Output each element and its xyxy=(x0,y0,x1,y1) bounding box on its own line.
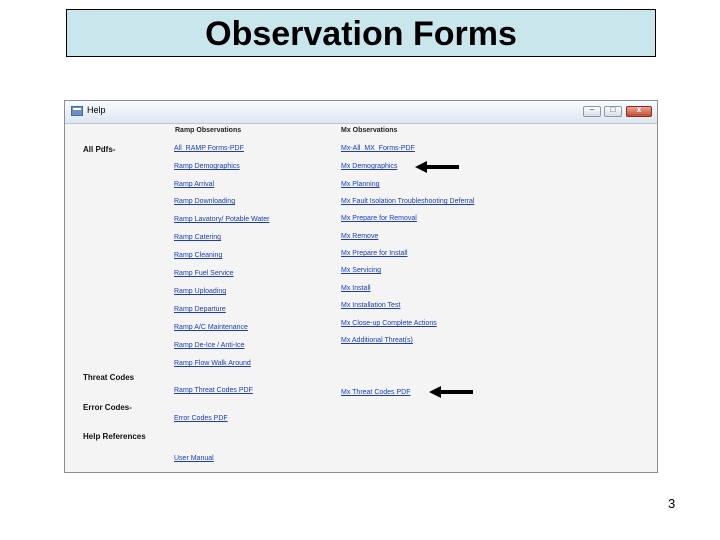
mx-link-install[interactable]: Mx Install xyxy=(341,285,371,292)
row-label-all-pdfs: All Pdfs- xyxy=(83,145,116,154)
minimize-icon: – xyxy=(589,105,595,114)
mx-threat-codes-link[interactable]: Mx Threat Codes PDF xyxy=(341,389,411,396)
help-window: Help – □ x Ramp Observations Mx Observat… xyxy=(64,100,658,473)
window-title: Help xyxy=(87,105,106,115)
user-manual-link[interactable]: User Manual xyxy=(174,455,214,462)
maximize-icon: □ xyxy=(610,105,616,114)
error-codes-link[interactable]: Error Codes PDF xyxy=(174,415,228,422)
ramp-link-de-ice[interactable]: Ramp De-Ice / Anti-Ice xyxy=(174,342,244,349)
row-label-help-references: Help References xyxy=(83,432,146,441)
app-icon xyxy=(71,106,83,116)
minimize-button[interactable]: – xyxy=(583,105,601,117)
mx-link-prepare-install[interactable]: Mx Prepare for Install xyxy=(341,250,408,257)
mx-link-planning[interactable]: Mx Planning xyxy=(341,181,380,188)
ramp-link-cleaning[interactable]: Ramp Cleaning xyxy=(174,252,222,259)
ramp-link-catering[interactable]: Ramp Catering xyxy=(174,234,221,241)
mx-column-header: Mx Observations xyxy=(341,127,398,134)
slide-title: Observation Forms xyxy=(66,9,656,57)
mx-link-demographics[interactable]: Mx Demographics xyxy=(341,163,397,170)
mx-link-remove[interactable]: Mx Remove xyxy=(341,233,378,240)
ramp-link-walk-around[interactable]: Ramp Flow Walk Around xyxy=(174,360,251,367)
row-label-threat-codes: Threat Codes xyxy=(83,373,135,382)
ramp-column-header: Ramp Observations xyxy=(175,127,242,134)
ramp-link-demographics[interactable]: Ramp Demographics xyxy=(174,163,240,170)
mx-link-close-up[interactable]: Mx Close-up Complete Actions xyxy=(341,320,437,327)
ramp-threat-codes-link[interactable]: Ramp Threat Codes PDF xyxy=(174,387,253,394)
mx-link-additional-threats[interactable]: Mx Additional Threat(s) xyxy=(341,337,413,344)
mx-link-servicing[interactable]: Mx Servicing xyxy=(341,267,381,274)
mx-link-all-forms[interactable]: Mx-All_MX_Forms-PDF xyxy=(341,145,415,152)
close-button[interactable]: x xyxy=(626,105,652,117)
maximize-button[interactable]: □ xyxy=(604,105,622,117)
ramp-link-downloading[interactable]: Ramp Downloading xyxy=(174,198,235,205)
close-icon: x xyxy=(636,105,642,114)
ramp-link-fuel-service[interactable]: Ramp Fuel Service xyxy=(174,270,234,277)
ramp-link-departure[interactable]: Ramp Departure xyxy=(174,306,226,313)
mx-link-prepare-removal[interactable]: Mx Prepare for Removal xyxy=(341,215,417,222)
arrow-left-icon xyxy=(415,161,459,173)
mx-link-installation-test[interactable]: Mx Installation Test xyxy=(341,302,400,309)
window-titlebar[interactable]: Help – □ x xyxy=(65,101,657,124)
mx-link-fault-isolation[interactable]: Mx Fault Isolation Troubleshooting Defer… xyxy=(341,198,474,205)
ramp-link-ac-maintenance[interactable]: Ramp A/C Maintenance xyxy=(174,324,248,331)
arrow-left-icon xyxy=(429,386,473,398)
ramp-link-all-forms[interactable]: All_RAMP Forms-PDF xyxy=(174,145,244,152)
page-number: 3 xyxy=(668,496,676,511)
row-label-error-codes: Error Codes- xyxy=(83,403,132,412)
ramp-link-arrival[interactable]: Ramp Arrival xyxy=(174,181,214,188)
ramp-link-lavatory-water[interactable]: Ramp Lavatory/ Potable Water xyxy=(174,216,269,223)
ramp-link-uploading[interactable]: Ramp Uploading xyxy=(174,288,226,295)
